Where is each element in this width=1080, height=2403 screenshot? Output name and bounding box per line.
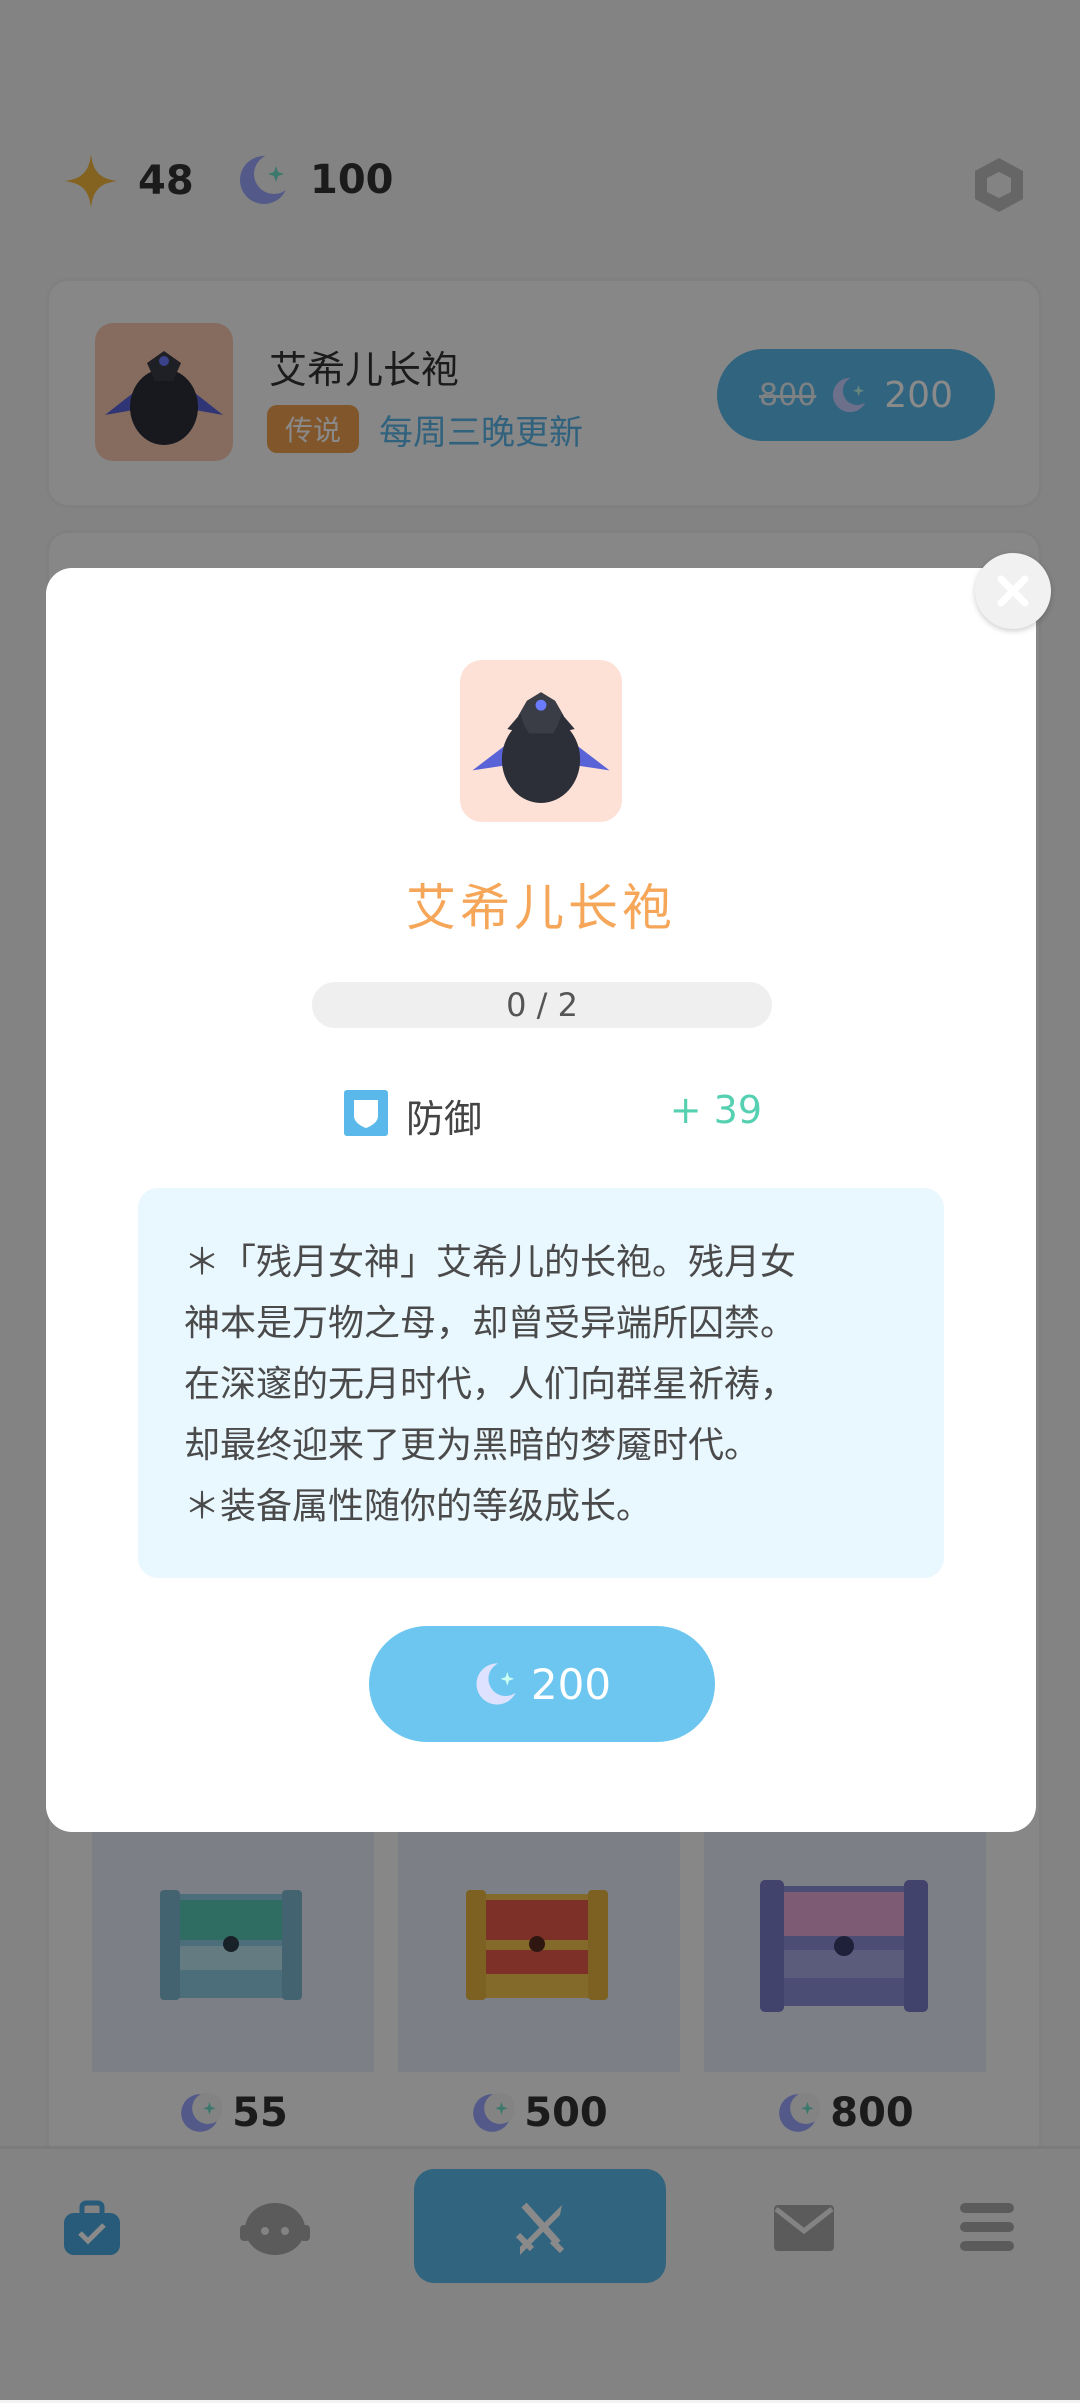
collection-progress-bar: 0 / 2: [312, 982, 772, 1028]
defense-stat-row: 防御 + 39: [342, 1078, 762, 1148]
description-line: ＊「残月女神」艾希儿的长袍。残月女: [184, 1242, 797, 1283]
description-line: 神本是万物之母，却曾受异端所囚禁。: [184, 1303, 797, 1344]
close-icon: [997, 575, 1029, 607]
description-line: 却最终迎来了更为黑暗的梦魇时代。: [184, 1425, 761, 1466]
progress-text: 0 / 2: [506, 986, 578, 1024]
description-line: 在深邃的无月时代，人们向群星祈祷，: [184, 1364, 797, 1405]
buy-button[interactable]: 200: [369, 1626, 715, 1742]
item-description-box: ＊「残月女神」艾希儿的长袍。残月女 神本是万物之母，却曾受异端所囚禁。 在深邃的…: [138, 1188, 944, 1578]
item-title: 艾希儿长袍: [406, 879, 676, 937]
stat-label: 防御: [406, 1097, 483, 1141]
robe-icon: [472, 692, 610, 803]
buy-price: 200: [530, 1659, 612, 1709]
item-description: ＊「残月女神」艾希儿的长袍。残月女 神本是万物之母，却曾受异端所囚禁。 在深邃的…: [184, 1232, 914, 1537]
shield-icon: [344, 1090, 388, 1136]
close-button[interactable]: [975, 553, 1051, 629]
moon-icon: [476, 1661, 521, 1705]
description-line: ＊装备属性随你的等级成长。: [184, 1486, 653, 1527]
item-detail-modal: 艾希儿长袍 0 / 2 防御 + 39 ＊「残月女神」艾希儿的长袍。残月女 神本…: [46, 568, 1036, 1832]
item-icon-frame: [460, 660, 622, 822]
stat-value: + 39: [669, 1088, 762, 1132]
